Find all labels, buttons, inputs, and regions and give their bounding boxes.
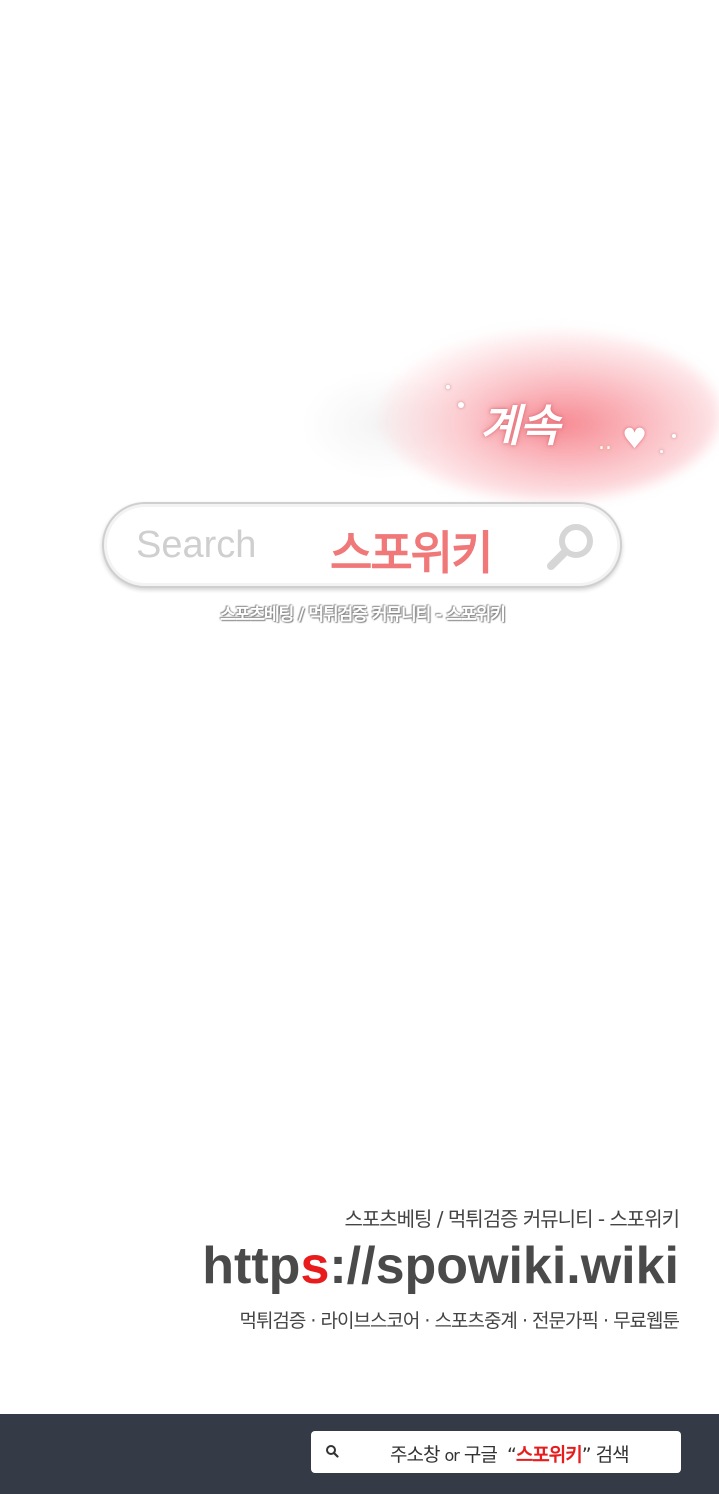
sparkle bbox=[446, 385, 450, 389]
address-hint-text: 주소창 or 구글 “스포위키” 검색 bbox=[390, 1440, 630, 1467]
footer-tagline: 스포츠베팅 / 먹튀검증 커뮤니티 - 스포위키 bbox=[344, 1207, 680, 1231]
hint-google: 구글 bbox=[463, 1444, 498, 1466]
url-highlight: s bbox=[300, 1237, 330, 1295]
hint-suffix: 검색 bbox=[595, 1444, 630, 1466]
hint-close-quote: ” bbox=[581, 1444, 592, 1466]
hint-prefix: 주소창 bbox=[390, 1444, 440, 1466]
url-part2: ://spowiki.wiki bbox=[329, 1237, 679, 1295]
heart-icon: ♥ bbox=[622, 422, 648, 455]
search-icon bbox=[547, 524, 593, 570]
search-placeholder: Search bbox=[136, 524, 257, 566]
search-subtitle: 스포츠베팅 / 먹튀검증 커뮤니티 - 스포위키 bbox=[220, 605, 506, 625]
hint-or: or bbox=[444, 1446, 460, 1465]
hint-keyword: 스포위키 bbox=[515, 1444, 583, 1466]
search-icon bbox=[326, 1445, 339, 1458]
site-url[interactable]: https://spowiki.wiki bbox=[202, 1236, 679, 1296]
footer-links: 먹튀검증 · 라이브스코어 · 스포츠중계 · 전문가픽 · 무료웹툰 bbox=[239, 1310, 680, 1332]
search-brand: 스포위키 bbox=[330, 526, 493, 580]
continued-dots: .. bbox=[598, 430, 612, 455]
url-part1: http bbox=[202, 1237, 301, 1295]
sparkle bbox=[458, 402, 464, 408]
sparkle bbox=[660, 450, 663, 453]
hint-open-quote: “ bbox=[506, 1444, 517, 1466]
sparkle bbox=[672, 434, 676, 438]
continued-label: 계속 bbox=[480, 401, 560, 452]
